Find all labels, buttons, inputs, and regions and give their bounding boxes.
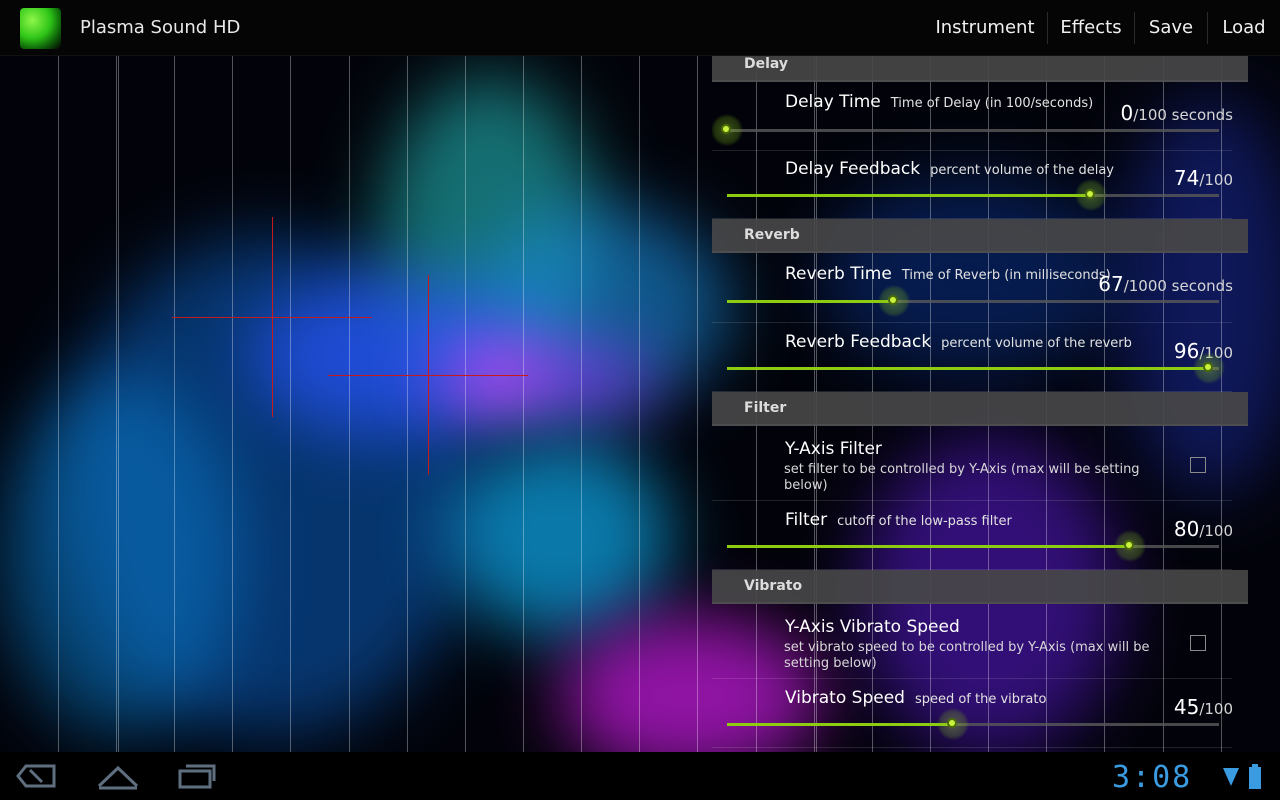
status-clock: 3:08 [1112, 760, 1193, 795]
app-icon[interactable] [20, 8, 61, 49]
pref-vibrato-speed[interactable]: Vibrato Speed speed of the vibrato 45/100 [712, 679, 1233, 748]
vibrato-speed-slider[interactable] [727, 708, 1219, 740]
save-menu-button[interactable]: Save [1137, 0, 1205, 56]
pref-title-text: Reverb Time [785, 264, 892, 284]
slider-fill [727, 367, 1210, 370]
section-title: Vibrato [744, 578, 803, 594]
slider-fill [727, 194, 1092, 197]
y-axis-vibrato-checkbox[interactable] [1190, 635, 1206, 651]
pref-value: 67/1000 seconds [1098, 272, 1233, 296]
y-axis-filter-checkbox[interactable] [1190, 457, 1206, 473]
touch-crosshair [428, 275, 429, 475]
instrument-menu-button[interactable]: Instrument [926, 0, 1044, 56]
pref-title: Reverb Feedback percent volume of the rev… [785, 332, 1132, 352]
action-bar: Plasma Sound HD Instrument Effects Save … [0, 0, 1280, 56]
pref-title: Delay Time Time of Delay (in 100/seconds) [785, 92, 1093, 112]
pref-summary: percent volume of the delay [930, 163, 1114, 178]
load-menu-button[interactable]: Load [1210, 0, 1278, 56]
pref-reverb-time[interactable]: Reverb Time Time of Reverb (in millisecon… [712, 255, 1233, 323]
pref-value: 74/100 [1173, 166, 1233, 190]
pref-summary: Time of Delay (in 100/seconds) [890, 96, 1094, 111]
reverb-feedback-slider[interactable] [727, 352, 1226, 384]
section-header-vibrato: Vibrato [712, 570, 1248, 604]
recent-apps-icon[interactable] [176, 762, 218, 790]
slider-thumb[interactable] [878, 285, 911, 317]
slider-thumb[interactable] [1193, 352, 1226, 384]
pref-value: 45/100 [1173, 695, 1233, 719]
menu-divider [1207, 12, 1208, 44]
filter-slider[interactable] [727, 530, 1219, 562]
slider-thumb[interactable] [937, 708, 970, 740]
menu-divider [1134, 12, 1135, 44]
effects-settings-panel[interactable]: Delay Delay Time Time of Delay (in 100/se… [712, 56, 1248, 752]
pref-title: Reverb Time Time of Reverb (in millisecon… [785, 264, 1111, 284]
section-title: Delay [744, 56, 789, 72]
app-title: Plasma Sound HD [80, 17, 241, 38]
pref-title: Delay Feedback percent volume of the dela… [785, 159, 1114, 179]
pref-summary: speed of the vibrato [914, 692, 1047, 707]
pref-title: Filter cutoff of the low-pass filter [785, 510, 1012, 530]
pref-title-text: Filter [785, 510, 828, 530]
slider-fill [727, 300, 895, 303]
section-header-filter: Filter [712, 392, 1248, 426]
pref-title-text: Y-Axis Vibrato Speed [785, 617, 960, 637]
delay-time-slider[interactable] [712, 114, 1219, 146]
pref-summary: Time of Reverb (in milliseconds) [901, 268, 1111, 283]
pref-summary: cutoff of the low-pass filter [837, 514, 1012, 529]
slider-thumb[interactable] [1075, 179, 1108, 211]
section-title: Filter [744, 400, 787, 416]
pref-title-text: Delay Feedback [785, 159, 921, 179]
pref-y-axis-filter[interactable]: Y-Axis Filter set filter to be controlle… [712, 428, 1232, 501]
pref-title: Vibrato Speed speed of the vibrato [785, 688, 1046, 708]
section-header-delay: Delay [712, 56, 1248, 82]
pref-title-text: Delay Time [785, 92, 881, 112]
touch-crosshair [272, 217, 273, 417]
pref-y-axis-vibrato[interactable]: Y-Axis Vibrato Speed set vibrato speed t… [712, 606, 1232, 679]
effects-menu-button[interactable]: Effects [1050, 0, 1132, 56]
section-header-reverb: Reverb [712, 219, 1248, 253]
delay-feedback-slider[interactable] [727, 179, 1219, 211]
section-title: Reverb [744, 227, 800, 243]
battery-icon [1249, 764, 1261, 789]
pref-title-text: Y-Axis Filter [785, 439, 882, 459]
pref-filter[interactable]: Filter cutoff of the low-pass filter 80/1… [712, 501, 1233, 570]
slider-thumb[interactable] [712, 114, 743, 146]
slider-fill [727, 545, 1131, 548]
slider-thumb[interactable] [1114, 530, 1147, 562]
slider-fill [727, 723, 954, 726]
pref-value: 80/100 [1173, 517, 1233, 541]
menu-divider [1047, 12, 1048, 44]
pref-reverb-feedback[interactable]: Reverb Feedback percent volume of the rev… [712, 323, 1233, 392]
pref-value: 0/100 seconds [1120, 101, 1234, 125]
pref-summary: set vibrato speed to be controlled by Y-… [784, 640, 1150, 671]
pref-title-text: Reverb Feedback [785, 332, 932, 352]
pref-delay-time[interactable]: Delay Time Time of Delay (in 100/seconds)… [712, 84, 1234, 151]
signal-icon [1223, 768, 1239, 786]
pref-delay-feedback[interactable]: Delay Feedback percent volume of the dela… [712, 151, 1233, 219]
pref-summary: set filter to be controlled by Y-Axis (m… [784, 462, 1140, 493]
back-icon[interactable] [16, 762, 58, 790]
pref-summary: percent volume of the reverb [941, 336, 1132, 351]
pref-title-text: Vibrato Speed [785, 688, 905, 708]
system-nav-bar [0, 752, 1280, 800]
reverb-time-slider[interactable] [727, 285, 1219, 317]
home-icon[interactable] [96, 762, 140, 790]
